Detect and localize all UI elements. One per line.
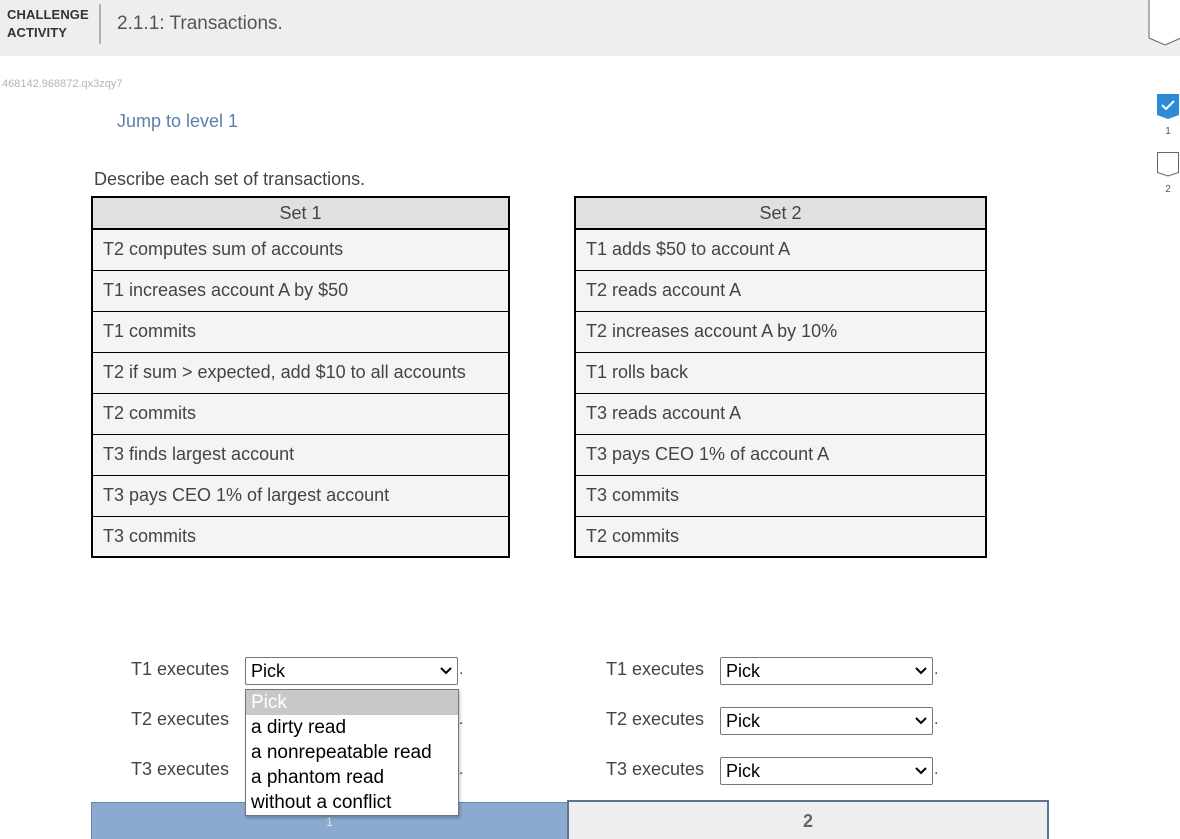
period: . [934, 761, 939, 778]
set-2-t3-select[interactable]: Pick [720, 757, 933, 785]
activity-title: 2.1.1: Transactions. [117, 13, 283, 34]
activity-header: CHALLENGE ACTIVITY 2.1.1: Transactions. [0, 0, 1180, 56]
period: . [459, 711, 464, 728]
activity-type: CHALLENGE ACTIVITY [7, 6, 89, 42]
chevron-down-icon [915, 667, 927, 675]
select-value: Pick [726, 711, 761, 731]
set-1-t1-question: T1 executes Pick . [131, 657, 471, 685]
completion-badge-icon [1148, 0, 1180, 46]
activity-type-line1: CHALLENGE [7, 7, 89, 22]
step-cell: T2 commits [92, 392, 509, 434]
dropdown-option[interactable]: a dirty read [246, 715, 458, 740]
table-row: T3 commits [575, 474, 986, 516]
table-row: T1 adds $50 to account A [575, 228, 986, 270]
period: . [459, 761, 464, 778]
period: . [934, 711, 939, 728]
level-2-number: 2 [1165, 184, 1171, 195]
table-row: T2 commits [575, 515, 986, 557]
level-1-indicator[interactable]: 1 [1156, 93, 1180, 151]
step-cell: T1 increases account A by $50 [92, 269, 509, 311]
set-2-table: Set 2 T1 adds $50 to account A T2 reads … [574, 196, 987, 558]
level-tab-2[interactable]: 2 [567, 800, 1049, 839]
empty-badge-icon [1157, 152, 1179, 177]
table-row: T1 commits [92, 310, 509, 352]
table-row: T2 increases account A by 10% [575, 310, 986, 352]
level-1-number: 1 [1165, 126, 1171, 137]
header-divider [99, 4, 101, 44]
table-row: T3 reads account A [575, 392, 986, 434]
table-row: T2 if sum > expected, add $10 to all acc… [92, 351, 509, 393]
step-cell: T3 finds largest account [92, 433, 509, 475]
check-icon [1157, 94, 1179, 119]
question-label: T1 executes [131, 659, 230, 679]
period: . [934, 661, 939, 678]
step-cell: T2 computes sum of accounts [92, 228, 509, 270]
set-1-header: Set 1 [92, 197, 509, 230]
table-row: T2 reads account A [575, 269, 986, 311]
dropdown-option[interactable]: Pick [246, 690, 458, 715]
question-label: T2 executes [606, 709, 705, 729]
step-cell: T1 adds $50 to account A [575, 228, 986, 270]
set-2-t1-select[interactable]: Pick [720, 657, 933, 685]
activity-id: 468142.968872.qx3zqy7 [2, 78, 123, 90]
level-indicator: 1 2 [1156, 93, 1180, 209]
table-row: T1 increases account A by $50 [92, 269, 509, 311]
set-2-t3-question: T3 executes Pick . [606, 757, 946, 785]
set-2-t1-question: T1 executes Pick . [606, 657, 946, 685]
jump-to-level-link[interactable]: Jump to level 1 [117, 111, 238, 132]
table-row: T3 pays CEO 1% of largest account [92, 474, 509, 516]
step-cell: T3 pays CEO 1% of largest account [92, 474, 509, 516]
period: . [459, 661, 464, 678]
level-2-indicator[interactable]: 2 [1156, 151, 1180, 209]
question-label: T3 executes [131, 759, 230, 779]
dropdown-option[interactable]: a nonrepeatable read [246, 740, 458, 765]
step-cell: T1 commits [92, 310, 509, 352]
instructions: Describe each set of transactions. [94, 169, 366, 189]
step-cell: T1 rolls back [575, 351, 986, 393]
table-row: T1 rolls back [575, 351, 986, 393]
step-cell: T3 reads account A [575, 392, 986, 434]
chevron-down-icon [915, 717, 927, 725]
dropdown-option[interactable]: without a conflict [246, 790, 458, 815]
set-2-header: Set 2 [575, 197, 986, 230]
step-cell: T2 reads account A [575, 269, 986, 311]
select-value: Pick [726, 661, 761, 681]
step-cell: T3 commits [92, 515, 509, 557]
chevron-down-icon [440, 667, 452, 675]
step-cell: T3 commits [575, 474, 986, 516]
select-value: Pick [251, 661, 286, 681]
set-2-t2-question: T2 executes Pick . [606, 707, 946, 735]
set-1-table: Set 1 T2 computes sum of accounts T1 inc… [91, 196, 510, 558]
step-cell: T2 increases account A by 10% [575, 310, 986, 352]
select-value: Pick [726, 761, 761, 781]
chevron-down-icon [915, 767, 927, 775]
set-1-t1-select[interactable]: Pick [245, 657, 458, 685]
activity-type-line2: ACTIVITY [7, 25, 68, 40]
table-row: T3 finds largest account [92, 433, 509, 475]
question-label: T2 executes [131, 709, 230, 729]
question-label: T1 executes [606, 659, 705, 679]
table-row: T3 commits [92, 515, 509, 557]
step-cell: T2 commits [575, 515, 986, 557]
table-row: T3 pays CEO 1% of account A [575, 433, 986, 475]
table-row: T2 commits [92, 392, 509, 434]
question-label: T3 executes [606, 759, 705, 779]
dropdown-option[interactable]: a phantom read [246, 765, 458, 790]
step-cell: T3 pays CEO 1% of account A [575, 433, 986, 475]
table-row: T2 computes sum of accounts [92, 228, 509, 270]
step-cell: T2 if sum > expected, add $10 to all acc… [92, 351, 509, 393]
set-1-t1-dropdown-list: Pick a dirty read a nonrepeatable read a… [245, 689, 459, 816]
set-2-t2-select[interactable]: Pick [720, 707, 933, 735]
